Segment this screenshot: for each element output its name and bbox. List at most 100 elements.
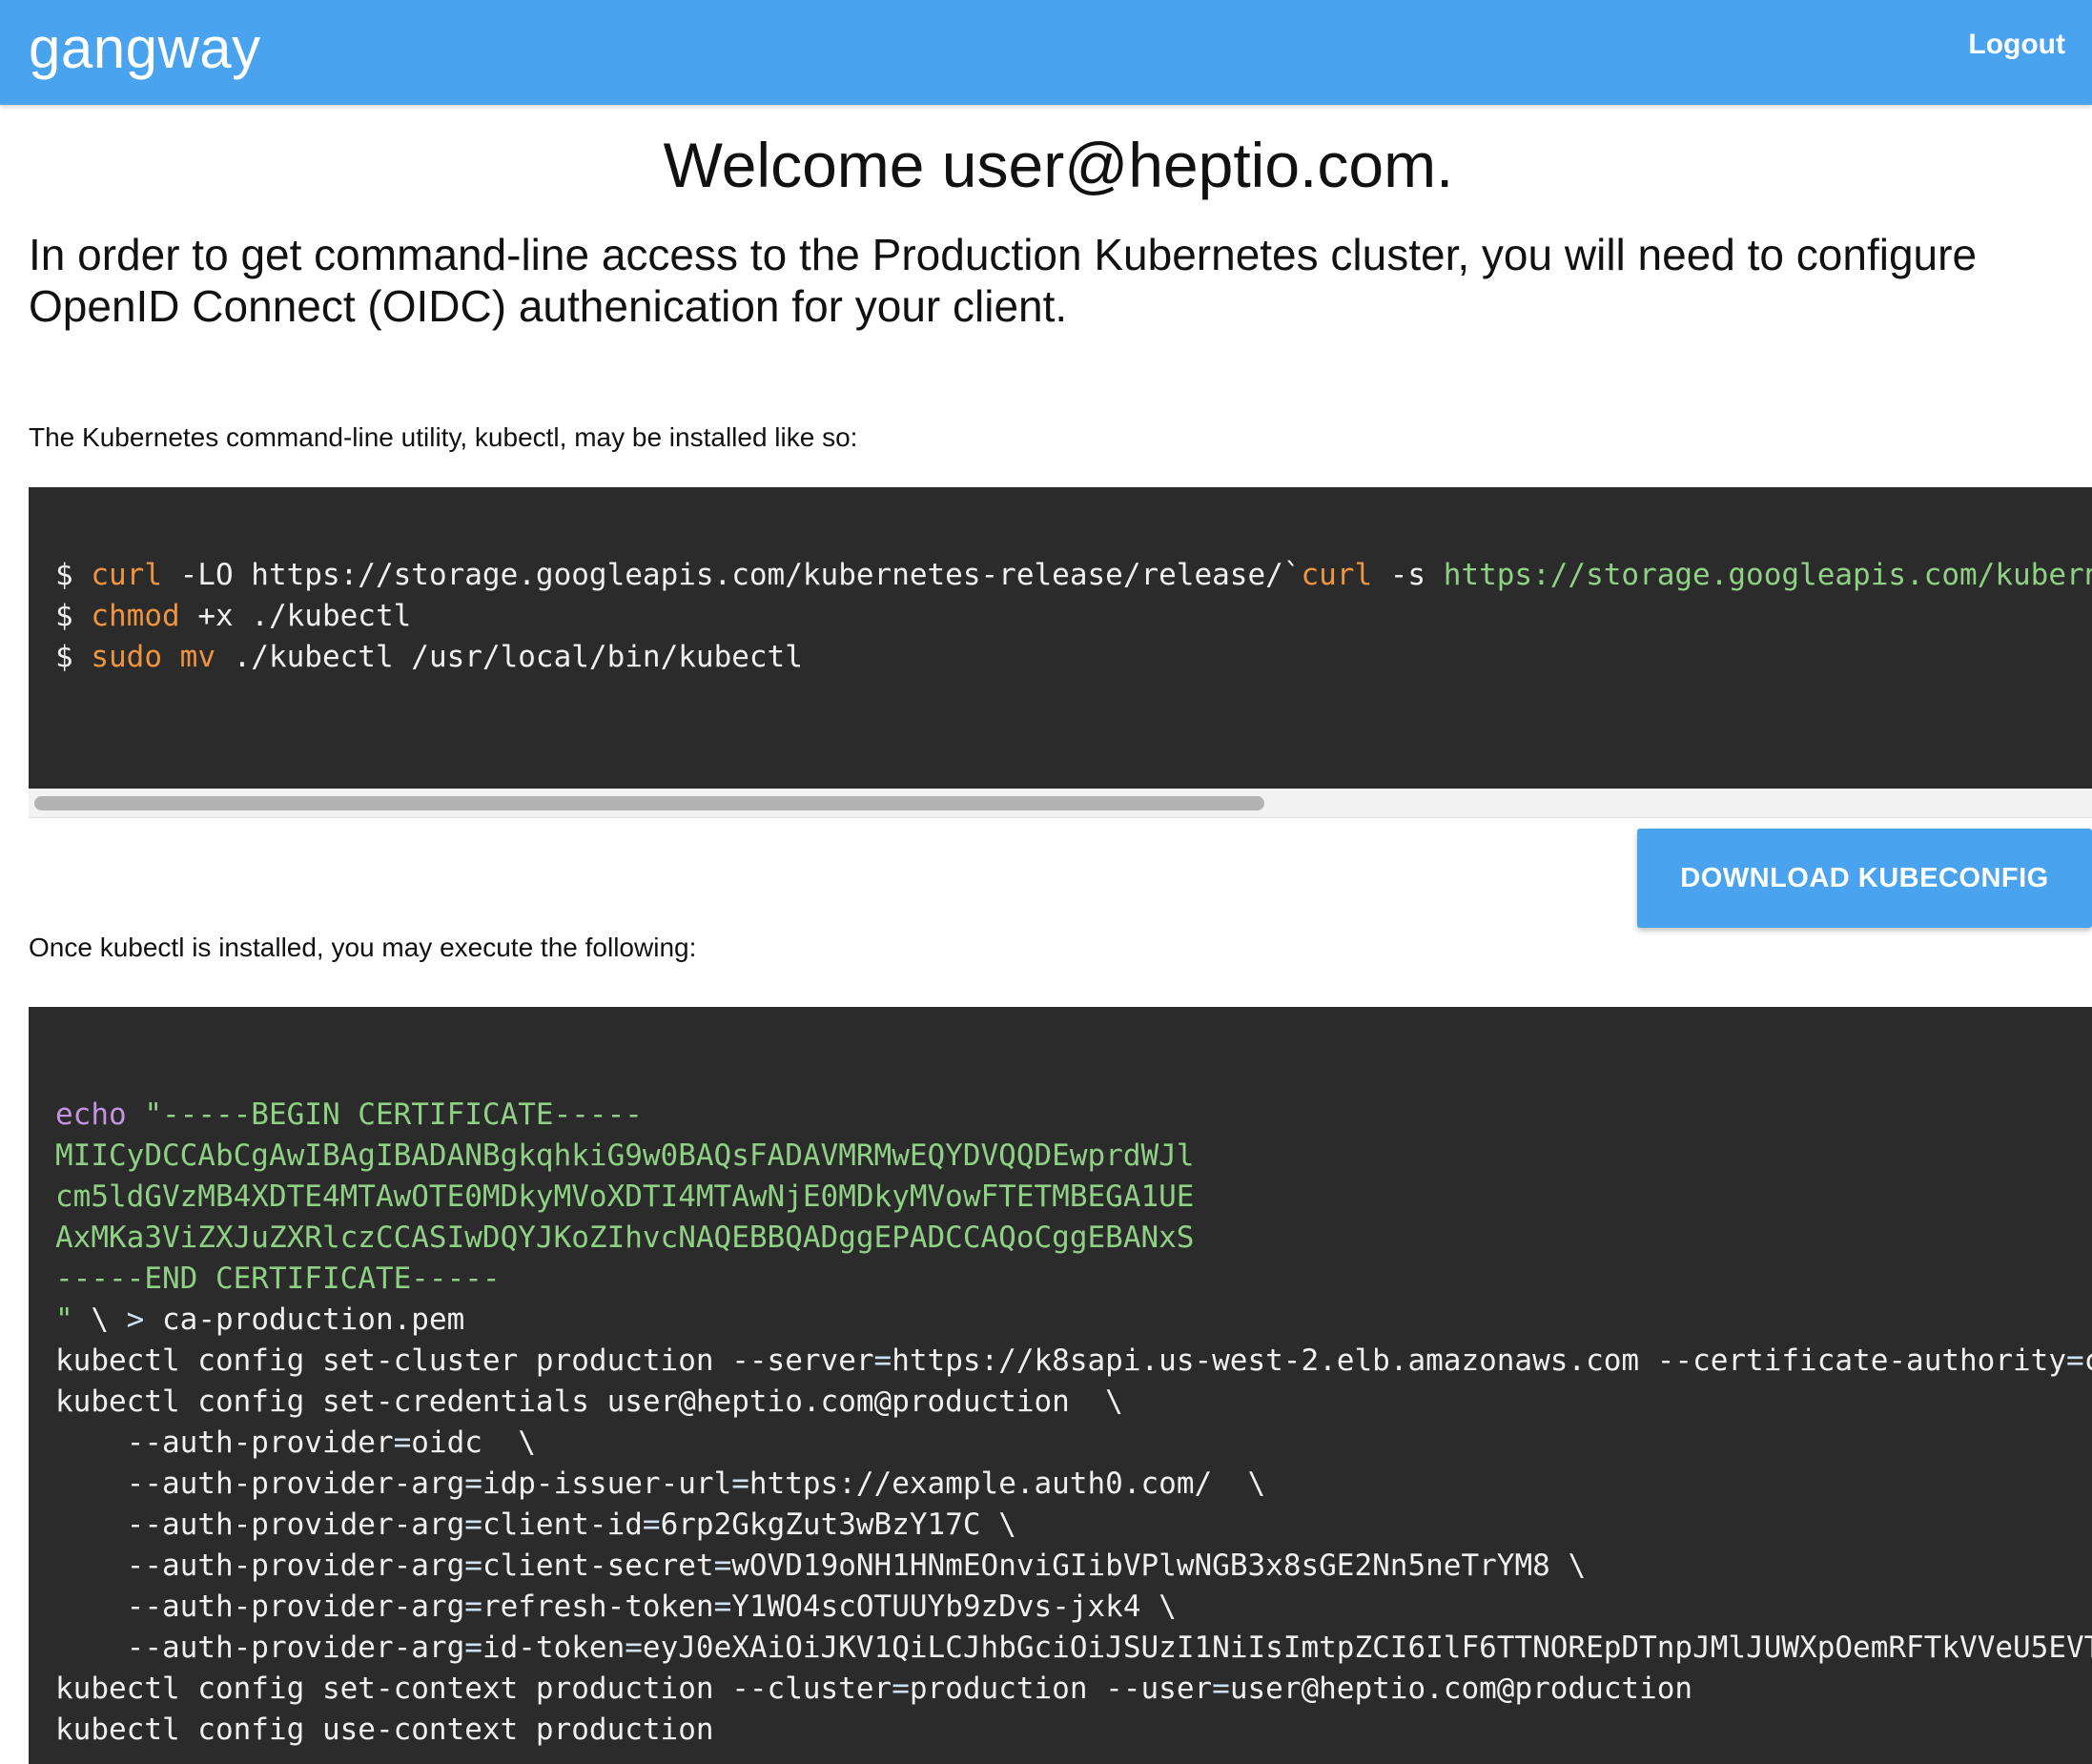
intro-text: In order to get command-line access to t… (29, 229, 2092, 332)
code-token: = (464, 1508, 482, 1542)
code-token: Y1WO4scOTUUYb9zDvs-jxk4 \ (731, 1590, 1177, 1624)
config-code-line: --auth-provider-arg=refresh-token=Y1WO4s… (55, 1587, 2092, 1628)
code-token: ./kubectl /usr/local/bin/kubectl (215, 640, 803, 674)
top-navbar: gangway Logout (0, 0, 2092, 105)
config-code-line: --auth-provider-arg=idp-issuer-url=https… (55, 1464, 2092, 1505)
code-token: oidc \ (411, 1426, 536, 1460)
code-token: = (731, 1467, 749, 1501)
config-code-line: echo "-----BEGIN CERTIFICATE----- (55, 1095, 2092, 1136)
config-code-line: MIICyDCCAbCgAwIBAgIBADANBgkqhkiG9w0BAQsF… (55, 1136, 2092, 1177)
code-token: kubectl config set-cluster production --… (55, 1344, 874, 1378)
code-token: curl (91, 558, 162, 592)
code-token: --auth-provider-arg (55, 1467, 465, 1501)
code-token: +x ./kubectl (179, 599, 412, 633)
code-token: 6rp2GkgZut3wBzY17C \ (660, 1508, 1016, 1542)
code-token: --auth-provider (55, 1426, 394, 1460)
code-token: id-token (482, 1631, 626, 1665)
code-token: -LO https://storage.googleapis.com/kuber… (161, 558, 1302, 592)
config-code-lines: echo "-----BEGIN CERTIFICATE----- MIICyDC… (55, 1095, 2092, 1751)
brand-logo[interactable]: gangway (29, 15, 261, 81)
install-code-line: $ chmod +x ./kubectl (55, 596, 2092, 637)
code-token: -----END CERTIFICATE----- (55, 1261, 501, 1296)
code-token: sudo (91, 640, 162, 674)
install-code-line: $ sudo mv ./kubectl /usr/local/bin/kubec… (55, 637, 2092, 678)
logout-link[interactable]: Logout (1968, 29, 2065, 61)
code-token: curl (1301, 558, 1373, 592)
config-code-line: kubectl config set-cluster production --… (55, 1341, 2092, 1382)
config-code-line: --auth-provider-arg=id-token=eyJ0eXAiOiJ… (55, 1628, 2092, 1669)
code-token: https://k8sapi.us-west-2.elb.amazonaws.c… (892, 1344, 2066, 1378)
code-token: production --user (909, 1672, 1213, 1706)
code-token: echo (55, 1097, 127, 1132)
code-token: chmod (91, 599, 180, 633)
install-code-block[interactable]: $ curl -LO https://storage.googleapis.co… (29, 487, 2092, 789)
code-token: = (713, 1549, 732, 1583)
code-token: -s (1372, 558, 1444, 592)
code-token: cm5ldGVzMB4XDTE4MTAwOTE0MDkyMVoXDTI4MTAw… (55, 1179, 1195, 1214)
download-kubeconfig-button[interactable]: DOWNLOAD KUBECONFIG (1637, 829, 2092, 928)
welcome-heading: Welcome user@heptio.com. (663, 130, 1454, 200)
config-code-line: " \ > ca-production.pem (55, 1300, 2092, 1341)
code-token: kubectl config set-credentials user@hept… (55, 1385, 1123, 1419)
config-code-block[interactable]: echo "-----BEGIN CERTIFICATE----- MIICyDC… (29, 1007, 2092, 1764)
code-token: = (464, 1631, 482, 1665)
scrollbar-thumb[interactable] (34, 796, 1264, 810)
config-code-line: kubectl config use-context production (55, 1710, 2092, 1751)
code-token: = (892, 1672, 910, 1706)
code-token: client-id (482, 1508, 643, 1542)
code-token: > (126, 1302, 145, 1337)
code-token: \ (72, 1302, 127, 1337)
code-token: $ (55, 558, 92, 592)
config-code-line: cm5ldGVzMB4XDTE4MTAwOTE0MDkyMVoXDTI4MTAw… (55, 1177, 2092, 1218)
code-token: ca-production.pem (144, 1302, 465, 1337)
code-token: https://storage.googleapis.com/kubernete… (1443, 558, 2092, 592)
install-code-line: $ curl -LO https://storage.googleapis.co… (55, 555, 2092, 596)
config-code-line: --auth-provider-arg=client-id=6rp2GkgZut… (55, 1505, 2092, 1546)
config-code-line: --auth-provider-arg=client-secret=wOVD19… (55, 1546, 2092, 1587)
code-token: --auth-provider-arg (55, 1590, 465, 1624)
config-code-line: -----END CERTIFICATE----- (55, 1259, 2092, 1300)
intro-line-2: OpenID Connect (OIDC) authenication for … (29, 281, 1068, 331)
code-token: --auth-provider-arg (55, 1508, 465, 1542)
horizontal-scrollbar[interactable] (29, 789, 2092, 818)
code-token: = (464, 1467, 482, 1501)
code-token: --auth-provider-arg (55, 1549, 465, 1583)
code-token: = (464, 1590, 482, 1624)
config-code-line: --auth-provider=oidc \ (55, 1423, 2092, 1464)
config-code-line: kubectl config set-credentials user@hept… (55, 1382, 2092, 1423)
code-token: eyJ0eXAiOiJKV1QiLCJhbGciOiJSUzI1NiIsImtp… (642, 1631, 2092, 1665)
code-token: kubectl config set-context production --… (55, 1672, 892, 1706)
code-token: "-----BEGIN CERTIFICATE----- (144, 1097, 643, 1132)
code-token: " (55, 1302, 73, 1337)
code-token: = (393, 1426, 412, 1460)
config-code-line: AxMKa3ViZXJuZXRlczCCASIwDQYJKoZIhvcNAQEB… (55, 1218, 2092, 1259)
code-token: AxMKa3ViZXJuZXRlczCCASIwDQYJKoZIhvcNAQEB… (55, 1220, 1195, 1255)
config-code-line: kubectl config set-context production --… (55, 1669, 2092, 1710)
code-token: = (713, 1590, 732, 1624)
install-instructions: The Kubernetes command-line utility, kub… (29, 422, 858, 452)
code-token: = (625, 1631, 643, 1665)
code-token: ca-produ (2084, 1344, 2092, 1378)
code-token: kubectl config use-context production (55, 1713, 714, 1747)
code-token: refresh-token (482, 1590, 714, 1624)
code-token: $ (55, 599, 92, 633)
code-token: https://example.auth0.com/ \ (749, 1467, 1266, 1501)
code-token: = (464, 1549, 482, 1583)
code-token: wOVD19oNH1HNmEOnviGIibVPlwNGB3x8sGE2Nn5n… (731, 1549, 1587, 1583)
code-token: = (2066, 1344, 2084, 1378)
code-token: = (642, 1508, 661, 1542)
code-token: idp-issuer-url (482, 1467, 732, 1501)
code-token: --auth-provider-arg (55, 1631, 465, 1665)
install-code-lines: $ curl -LO https://storage.googleapis.co… (55, 555, 2092, 678)
execute-instructions: Once kubectl is installed, you may execu… (29, 933, 697, 962)
code-token: mv (179, 640, 215, 674)
code-token: = (873, 1344, 892, 1378)
code-token: client-secret (482, 1549, 714, 1583)
code-token: = (1212, 1672, 1230, 1706)
code-token: MIICyDCCAbCgAwIBAgIBADANBgkqhkiG9w0BAQsF… (55, 1138, 1195, 1173)
code-token: $ (55, 640, 92, 674)
intro-line-1: In order to get command-line access to t… (29, 230, 1978, 279)
code-token: user@heptio.com@production (1229, 1672, 1693, 1706)
